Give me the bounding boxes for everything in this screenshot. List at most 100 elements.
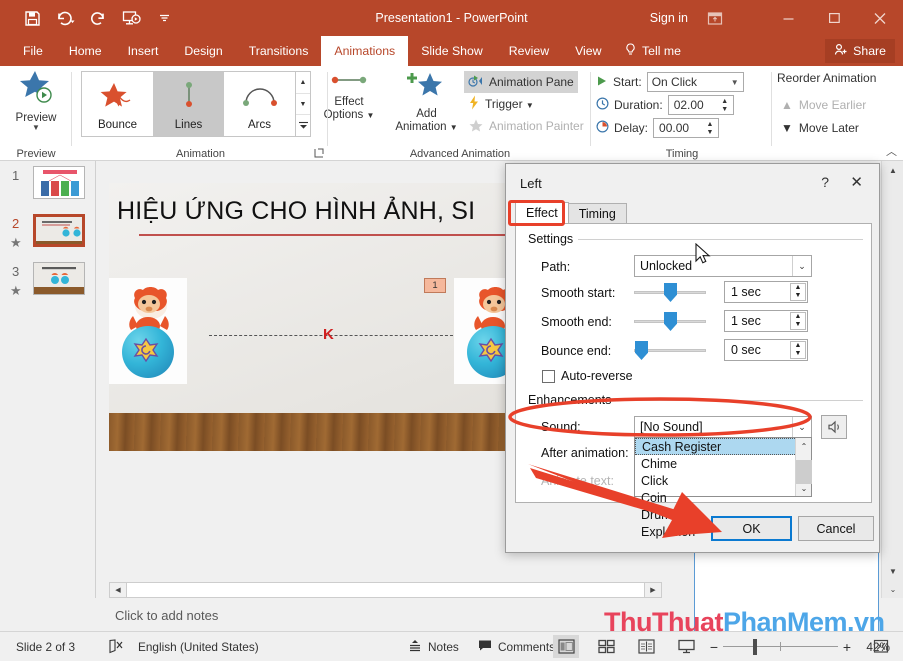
collapse-ribbon-icon[interactable]: ︿ xyxy=(886,143,897,159)
zoom-in-button[interactable]: + xyxy=(838,639,856,655)
chevron-down-icon[interactable]: ⌄ xyxy=(792,417,811,437)
scroll-right-icon[interactable]: ▶ xyxy=(645,583,661,597)
animation-star-icon[interactable]: ★ xyxy=(10,235,22,251)
slider-thumb[interactable] xyxy=(635,341,648,360)
dropdown-scrollbar[interactable]: ⌃ ⌄ xyxy=(795,438,812,496)
undo-icon[interactable] xyxy=(55,8,75,28)
next-slide-icon[interactable]: ⌄ xyxy=(882,580,903,598)
sound-combobox[interactable]: [No Sound] ⌄ xyxy=(634,416,812,438)
customize-qat-icon[interactable] xyxy=(154,8,174,28)
sound-option-click[interactable]: Click xyxy=(635,472,811,489)
save-icon[interactable] xyxy=(22,8,42,28)
comments-button[interactable]: Comments xyxy=(470,632,563,661)
scroll-left-icon[interactable]: ◀ xyxy=(110,583,126,597)
gallery-scroll-up-icon[interactable]: ▲ xyxy=(296,72,310,94)
scroll-up-icon[interactable]: ⌃ xyxy=(796,438,812,454)
thumbnail-row-3[interactable]: 3 ★ xyxy=(0,262,96,310)
tab-transitions[interactable]: Transitions xyxy=(236,36,322,66)
start-dropdown[interactable]: On Click ▼ xyxy=(646,72,744,92)
smooth-end-slider[interactable] xyxy=(634,312,706,331)
thumbnail-row-1[interactable]: 1 xyxy=(0,166,96,214)
slider-thumb[interactable] xyxy=(664,283,677,302)
duration-input[interactable]: 02.00 ▲ ▼ xyxy=(667,95,734,115)
view-slide-show-button[interactable] xyxy=(673,635,699,658)
add-animation-button[interactable]: Add Animation ▼ xyxy=(389,69,464,141)
duration-stepper[interactable]: ▲ ▼ xyxy=(719,97,731,115)
smooth-end-spinbox[interactable]: 1 sec ▲ ▼ xyxy=(724,310,808,332)
move-later-button[interactable]: ▼ Move Later xyxy=(777,117,863,138)
spellcheck-icon[interactable] xyxy=(100,632,133,661)
view-reading-button[interactable] xyxy=(633,635,659,658)
animation-dialog-launcher[interactable] xyxy=(314,148,324,160)
preview-button[interactable]: Preview ▼ xyxy=(7,69,65,141)
delay-stepper[interactable]: ▲ ▼ xyxy=(704,120,716,138)
thumbnail-row-2[interactable]: 2 ★ xyxy=(0,214,96,262)
view-normal-button[interactable] xyxy=(553,635,579,658)
smooth-start-slider[interactable] xyxy=(634,283,706,302)
tab-view[interactable]: View xyxy=(562,36,614,66)
start-presentation-icon[interactable] xyxy=(121,8,141,28)
scrollbar-track[interactable] xyxy=(126,583,645,597)
close-icon[interactable] xyxy=(857,0,903,36)
animation-star-icon[interactable]: ★ xyxy=(10,283,22,299)
animation-pane-button[interactable]: Animation Pane xyxy=(464,71,578,93)
sound-option-cash-register[interactable]: Cash Register xyxy=(635,438,811,455)
spinbox-stepper[interactable]: ▲ ▼ xyxy=(790,341,806,359)
tab-review[interactable]: Review xyxy=(496,36,562,66)
zoom-slider[interactable] xyxy=(723,632,838,661)
tab-home[interactable]: Home xyxy=(56,36,115,66)
scroll-down-icon[interactable]: ▼ xyxy=(882,562,903,580)
gallery-scroll-down-icon[interactable]: ▼ xyxy=(296,94,310,116)
bounce-end-spinbox[interactable]: 0 sec ▲ ▼ xyxy=(724,339,808,361)
dialog-tab-effect[interactable]: Effect xyxy=(515,202,569,224)
sound-preview-button[interactable] xyxy=(821,415,847,439)
maximize-icon[interactable] xyxy=(811,0,857,36)
smooth-start-spinbox[interactable]: 1 sec ▲ ▼ xyxy=(724,281,808,303)
sound-options-dropdown[interactable]: Cash Register Chime Click Coin Drum Roll… xyxy=(634,437,812,539)
slide-thumbnail-2[interactable] xyxy=(33,214,85,247)
path-combobox[interactable]: Unlocked ⌄ xyxy=(634,255,812,277)
bounce-end-slider[interactable] xyxy=(634,341,706,360)
sound-option-coin[interactable]: Coin xyxy=(635,489,811,506)
gallery-item-arcs[interactable]: Arcs xyxy=(224,72,295,136)
view-slide-sorter-button[interactable] xyxy=(593,635,619,658)
minimize-icon[interactable] xyxy=(765,0,811,36)
notes-placeholder[interactable]: Click to add notes xyxy=(115,608,218,623)
slide-thumbnail-3[interactable] xyxy=(33,262,85,295)
auto-reverse-checkbox[interactable]: Auto-reverse xyxy=(542,369,633,383)
slide-image-monkey-ball-start[interactable] xyxy=(109,278,187,384)
delay-input[interactable]: 00.00 ▲ ▼ xyxy=(653,118,720,138)
zoom-out-button[interactable]: − xyxy=(705,639,723,655)
language-indicator[interactable]: English (United States) xyxy=(130,632,267,661)
zoom-slider-handle[interactable] xyxy=(753,639,757,655)
slide-thumbnail-1[interactable] xyxy=(33,166,85,199)
redo-icon[interactable] xyxy=(88,8,108,28)
tab-insert[interactable]: Insert xyxy=(115,36,172,66)
animation-order-badge[interactable]: 1 xyxy=(424,278,446,293)
gallery-expand-icon[interactable] xyxy=(296,115,310,136)
help-question-icon[interactable]: ? xyxy=(821,174,829,190)
sound-option-chime[interactable]: Chime xyxy=(635,455,811,472)
notes-button[interactable]: Notes xyxy=(400,632,467,661)
chevron-down-icon[interactable]: ▼ xyxy=(32,124,40,132)
scroll-down-icon[interactable]: ⌄ xyxy=(796,480,812,496)
close-icon[interactable]: ✕ xyxy=(850,173,863,191)
horizontal-scrollbar[interactable]: ◀ ▶ xyxy=(109,582,662,598)
tab-design[interactable]: Design xyxy=(171,36,235,66)
spinbox-stepper[interactable]: ▲ ▼ xyxy=(790,312,806,330)
dialog-tab-timing[interactable]: Timing xyxy=(567,203,627,224)
gallery-item-bounce[interactable]: Bounce xyxy=(82,72,153,136)
scroll-up-icon[interactable]: ▲ xyxy=(882,161,903,179)
share-button[interactable]: Share xyxy=(825,39,895,63)
tell-me-search[interactable]: Tell me xyxy=(625,36,681,66)
sound-option-explosion[interactable]: Explosion xyxy=(635,523,811,540)
spinbox-stepper[interactable]: ▲ ▼ xyxy=(790,283,806,301)
gallery-item-lines[interactable]: Lines xyxy=(153,72,224,136)
sound-option-drum-roll[interactable]: Drum Roll xyxy=(635,506,811,523)
fit-slide-icon[interactable] xyxy=(865,632,897,661)
ribbon-display-options-icon[interactable] xyxy=(697,0,733,36)
sign-in-button[interactable]: Sign in xyxy=(650,0,688,36)
chevron-down-icon[interactable]: ⌄ xyxy=(792,256,811,276)
trigger-button[interactable]: Trigger ▼ xyxy=(464,93,538,115)
tab-animations[interactable]: Animations xyxy=(321,36,409,66)
